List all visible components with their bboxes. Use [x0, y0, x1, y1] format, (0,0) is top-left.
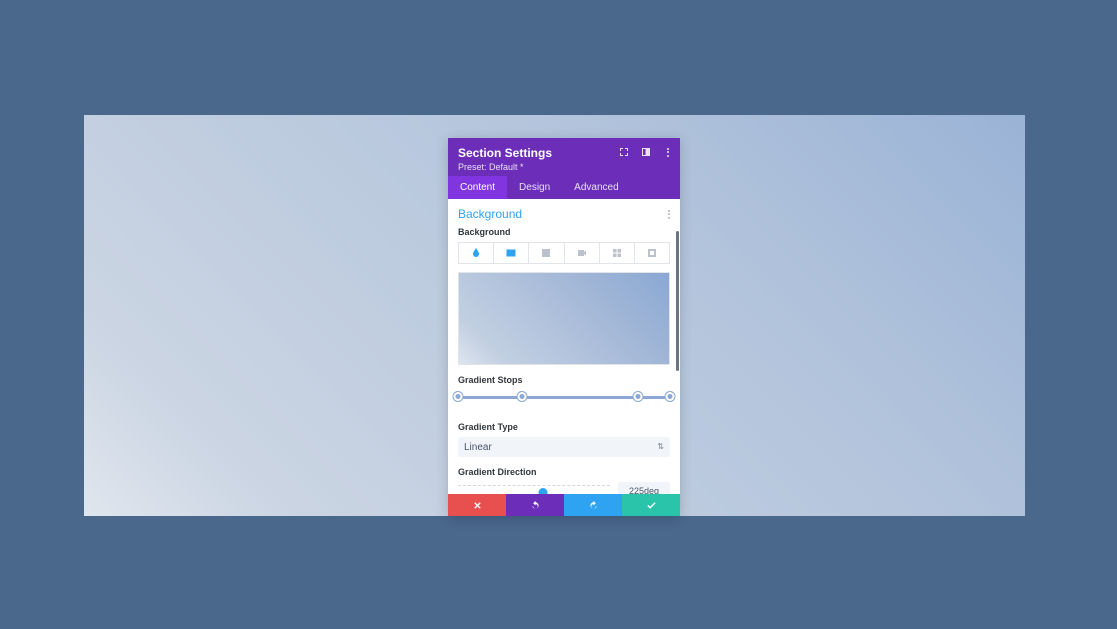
undo-icon — [530, 500, 541, 511]
bg-tab-color[interactable] — [458, 242, 493, 264]
save-button[interactable] — [622, 494, 680, 516]
gradient-direction-input[interactable] — [618, 482, 670, 494]
bg-tab-mask[interactable] — [634, 242, 670, 264]
tab-design[interactable]: Design — [507, 176, 562, 199]
gradient-stop-4[interactable] — [666, 392, 675, 401]
redo-icon — [588, 500, 599, 511]
section-title[interactable]: Background — [458, 207, 522, 221]
snap-icon[interactable] — [640, 146, 652, 158]
background-type-tabs — [458, 242, 670, 264]
gradient-type-label: Gradient Type — [458, 422, 670, 432]
gradient-type-value: Linear — [464, 442, 492, 453]
expand-icon[interactable] — [618, 146, 630, 158]
video-icon — [576, 247, 588, 259]
bg-tab-gradient[interactable] — [493, 242, 528, 264]
redo-button[interactable] — [564, 494, 622, 516]
cancel-button[interactable] — [448, 494, 506, 516]
gradient-stop-3[interactable] — [634, 392, 643, 401]
close-icon — [472, 500, 483, 511]
mask-icon — [646, 247, 658, 259]
section-settings-modal: Section Settings Preset: Default * Conte… — [448, 138, 680, 516]
gradient-direction-label: Gradient Direction — [458, 467, 670, 477]
modal-footer — [448, 494, 680, 516]
gradient-direction-slider[interactable] — [458, 485, 610, 494]
gradient-direction-row — [458, 482, 670, 494]
droplet-icon — [470, 247, 482, 259]
section-title-row: Background — [458, 207, 670, 221]
gradient-preview[interactable] — [458, 272, 670, 365]
background-label: Background — [458, 227, 670, 237]
gradient-stop-2[interactable] — [517, 392, 526, 401]
pattern-icon — [611, 247, 623, 259]
modal-body: Background Background G — [448, 199, 680, 494]
section-more-icon[interactable] — [668, 210, 670, 219]
direction-line — [458, 491, 610, 493]
gradient-type-select[interactable]: Linear ⇅ — [458, 437, 670, 457]
scrollbar[interactable] — [676, 231, 679, 371]
check-icon — [646, 500, 657, 511]
chevron-updown-icon: ⇅ — [657, 443, 664, 451]
tab-advanced[interactable]: Advanced — [562, 176, 630, 199]
tab-bar: Content Design Advanced — [448, 176, 680, 199]
bg-tab-pattern[interactable] — [599, 242, 634, 264]
gradient-direction-thumb[interactable] — [539, 488, 548, 494]
gradient-stops-slider[interactable] — [458, 390, 670, 404]
gradient-stops-label: Gradient Stops — [458, 375, 670, 385]
modal-header: Section Settings Preset: Default * — [448, 138, 680, 176]
bg-tab-image[interactable] — [528, 242, 563, 264]
gradient-stop-1[interactable] — [454, 392, 463, 401]
tab-content[interactable]: Content — [448, 176, 507, 199]
header-icon-group — [618, 146, 674, 158]
bg-tab-video[interactable] — [564, 242, 599, 264]
image-icon — [540, 247, 552, 259]
gradient-icon — [505, 247, 517, 259]
preset-label[interactable]: Preset: Default * — [458, 162, 670, 172]
undo-button[interactable] — [506, 494, 564, 516]
more-icon[interactable] — [662, 146, 674, 158]
